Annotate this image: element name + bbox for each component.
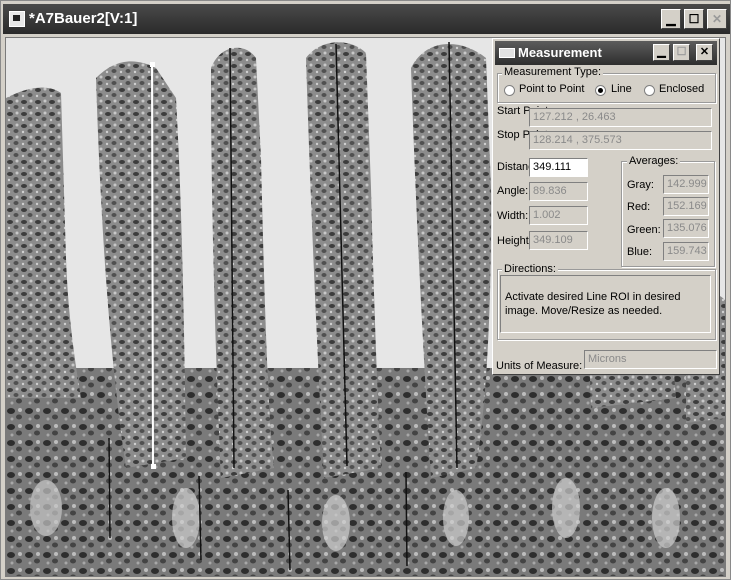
enclosed-label[interactable]: Enclosed	[659, 83, 704, 95]
units-label: Units of Measure:	[496, 360, 583, 372]
image-window-title: *A7Bauer2[V:1]	[29, 10, 138, 27]
directions-label: Directions:	[502, 263, 558, 275]
ruler-icon	[499, 48, 515, 58]
measurement-title: Measurement	[518, 45, 602, 60]
directions-text: Activate desired Line ROI in desired ima…	[500, 275, 711, 333]
maximize-button[interactable]: ☐	[684, 9, 704, 29]
red-label: Red:	[627, 201, 651, 213]
close-button[interactable]: ✕	[707, 9, 727, 29]
green-field: 135.076	[663, 219, 709, 238]
distance-field[interactable]: 349.111	[529, 158, 588, 177]
red-field: 152.169	[663, 197, 709, 216]
roi-line-selected[interactable]	[151, 63, 154, 467]
roi-lines[interactable]	[151, 63, 154, 467]
stop-point-field: 128.214 , 375.573	[529, 131, 712, 150]
roi-line[interactable]	[108, 437, 111, 539]
image-window-icon[interactable]	[9, 11, 25, 27]
gray-field: 142.999	[663, 175, 709, 194]
measurement-close-button[interactable]: ✕	[696, 44, 713, 61]
measurement-maximize-button[interactable]: ☐	[673, 44, 690, 61]
gray-label: Gray:	[627, 179, 654, 191]
point-to-point-label[interactable]: Point to Point	[519, 83, 584, 95]
width-field: 1.002	[529, 206, 588, 225]
blue-label: Blue:	[627, 246, 653, 258]
measurement-minimize-button[interactable]: ▁	[653, 44, 670, 61]
height-field: 349.109	[529, 231, 588, 250]
height-label: Height:	[497, 235, 532, 247]
averages-label: Averages:	[627, 155, 681, 167]
measurement-type-label: Measurement Type:	[502, 66, 604, 78]
image-window-titlebar[interactable]: *A7Bauer2[V:1] ▁ ☐ ✕	[3, 4, 730, 34]
radio-line[interactable]	[595, 85, 606, 96]
angle-label: Angle:	[497, 185, 529, 197]
radio-point-to-point[interactable]	[504, 85, 515, 96]
minimize-button[interactable]: ▁	[661, 9, 681, 29]
image-window: *A7Bauer2[V:1] ▁ ☐ ✕ Measurement ▁ ☐ ✕ M…	[0, 0, 731, 580]
measurement-titlebar[interactable]: Measurement ▁ ☐ ✕	[495, 41, 717, 65]
radio-enclosed[interactable]	[644, 85, 655, 96]
blue-field: 159.743	[663, 242, 709, 261]
width-label: Width:	[497, 210, 529, 222]
units-field[interactable]: Microns	[584, 350, 717, 369]
start-point-field: 127.212 , 26.463	[529, 108, 712, 127]
line-label[interactable]: Line	[611, 83, 632, 95]
green-label: Green:	[627, 224, 661, 236]
measurement-dialog: Measurement ▁ ☐ ✕ Measurement Type: Poin…	[492, 38, 720, 375]
angle-field: 89.836	[529, 182, 588, 201]
roi-line[interactable]	[405, 471, 408, 567]
